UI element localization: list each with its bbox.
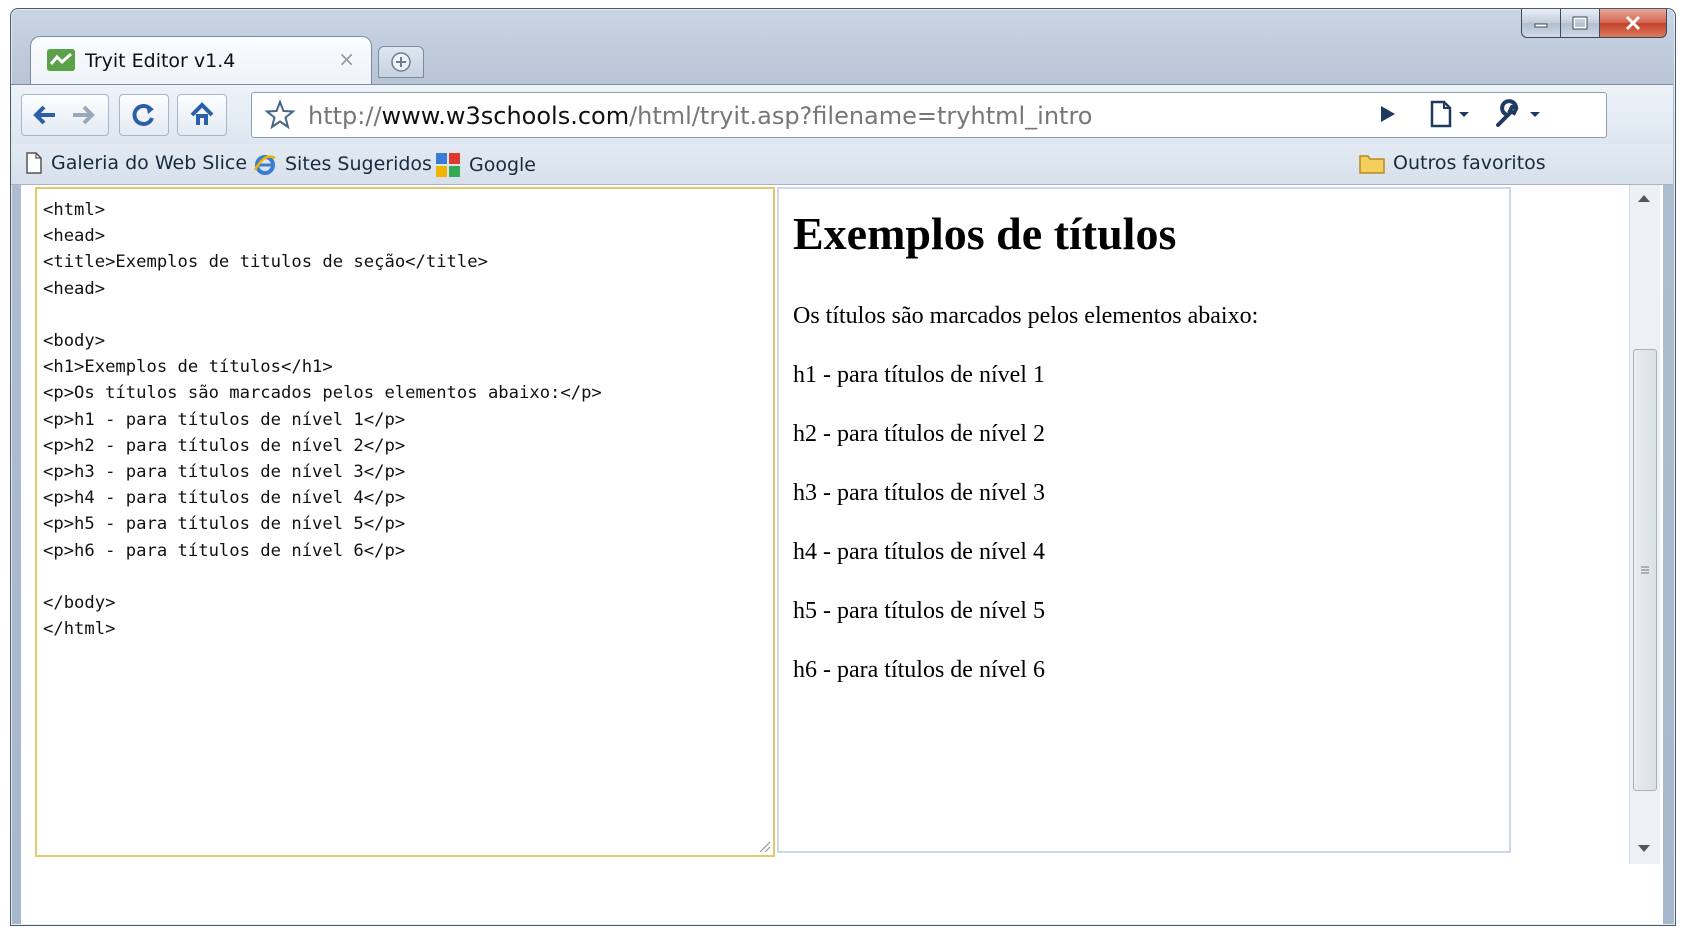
bookmark-galeria-web-slice[interactable]: Galeria do Web Slice [25, 152, 247, 174]
bookmark-label: Galeria do Web Slice [51, 152, 248, 174]
forward-arrow-icon[interactable] [65, 100, 101, 130]
new-tab-button[interactable] [378, 46, 424, 78]
back-forward-group [21, 94, 109, 136]
wrench-icon [1496, 99, 1540, 127]
tab-title: Tryit Editor v1.4 [85, 50, 236, 72]
scroll-down-arrow-icon[interactable] [1638, 845, 1650, 852]
minimize-button[interactable] [1521, 9, 1561, 38]
code-editor[interactable]: <html> <head> <title>Exemplos de titulos… [35, 187, 775, 857]
close-icon [1625, 15, 1641, 31]
tab-tryit-editor[interactable]: Tryit Editor v1.4 × [30, 36, 372, 85]
google-icon [436, 153, 460, 177]
window-controls [1521, 9, 1667, 38]
bookmarks-bar: Galeria do Web Slice Sites Sugeridos Goo… [11, 144, 1673, 185]
preview-paragraph: Os títulos são marcados pelos elementos … [793, 303, 1259, 329]
page-icon [26, 152, 42, 174]
page-menu-button[interactable] [1423, 95, 1477, 133]
star-icon[interactable] [264, 99, 296, 131]
preview-paragraph: h1 - para títulos de nível 1 [793, 362, 1045, 388]
tryit-favicon-icon [47, 49, 75, 71]
vertical-scrollbar[interactable] [1629, 185, 1660, 864]
tab-close-icon[interactable]: × [338, 47, 355, 71]
preview-paragraph: h3 - para títulos de nível 3 [793, 480, 1045, 506]
play-icon [1381, 106, 1395, 122]
scroll-up-arrow-icon[interactable] [1638, 195, 1650, 202]
code-text[interactable]: <html> <head> <title>Exemplos de titulos… [37, 189, 773, 650]
tools-menu-button[interactable] [1489, 95, 1549, 133]
scrollbar-thumb[interactable] [1633, 349, 1657, 791]
maximize-icon [1572, 16, 1588, 30]
maximize-button[interactable] [1561, 9, 1600, 38]
bookmark-label: Sites Sugeridos [285, 153, 432, 175]
browser-toolbar: http://www.w3schools.com/html/tryit.asp?… [11, 84, 1673, 145]
bookmark-google[interactable]: Google [435, 152, 536, 178]
url-text[interactable]: http://www.w3schools.com/html/tryit.asp?… [308, 102, 1092, 130]
reload-icon [132, 104, 154, 126]
url-host: www.w3schools.com [381, 102, 630, 130]
home-button[interactable] [177, 94, 227, 136]
preview-paragraph: h5 - para títulos de nível 5 [793, 598, 1045, 624]
preview-heading: Exemplos de títulos [793, 208, 1177, 259]
bookmark-label: Google [469, 154, 537, 176]
preview-paragraph: h2 - para títulos de nível 2 [793, 421, 1045, 447]
preview-pane: Exemplos de títulos Os títulos são marca… [777, 187, 1511, 853]
plus-icon [391, 52, 411, 72]
grip-icon [1641, 566, 1649, 574]
go-button[interactable] [1369, 95, 1405, 133]
url-path: /html/tryit.asp?filename=tryhtml_intro [629, 102, 1093, 130]
resize-handle-icon[interactable] [757, 839, 771, 853]
page-content: <html> <head> <title>Exemplos de titulos… [21, 185, 1663, 924]
minimize-icon [1534, 23, 1548, 28]
folder-icon [1359, 155, 1385, 174]
ie-icon [253, 155, 276, 175]
bookmark-label: Outros favoritos [1393, 152, 1546, 174]
bookmark-sites-sugeridos[interactable]: Sites Sugeridos [253, 152, 432, 176]
url-scheme: http:// [308, 102, 382, 130]
back-arrow-icon[interactable] [29, 100, 65, 130]
page-menu-icon [1430, 100, 1469, 128]
preview-paragraph: h4 - para títulos de nível 4 [793, 539, 1045, 565]
reload-button[interactable] [119, 94, 169, 136]
preview-paragraph: h6 - para títulos de nível 6 [793, 657, 1045, 683]
close-window-button[interactable] [1600, 9, 1667, 38]
home-icon [190, 102, 214, 125]
bookmark-outros-favoritos[interactable]: Outros favoritos [1359, 152, 1546, 174]
